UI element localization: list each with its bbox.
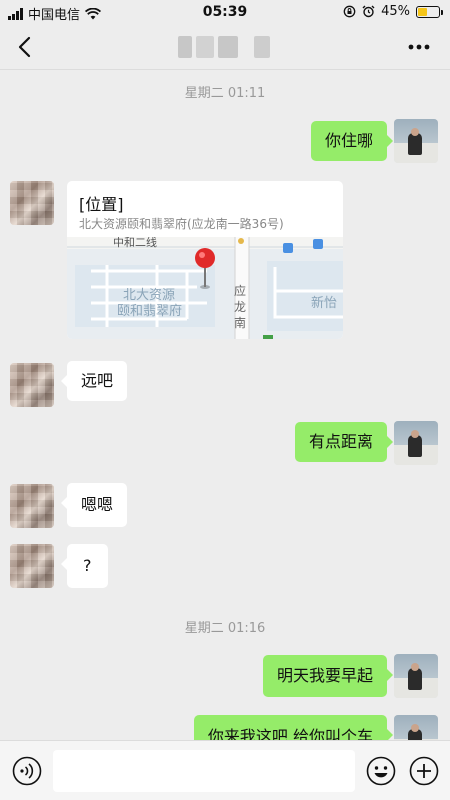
message-bubble-outgoing[interactable]: 你来我这吧 给你叫个车 (193, 715, 394, 740)
message-bubble-outgoing[interactable]: 有点距离 (294, 422, 394, 462)
map-label-road-vertical-1: 应 (234, 283, 246, 298)
map-label-poi-2: 颐和翡翠府 (117, 304, 182, 319)
location-message-card[interactable]: [位置] 北大资源颐和翡翠府(应龙南一路36号) 中和二线 北大资源 颐和翡翠府… (67, 181, 343, 339)
map-label-poi-right: 新怡 (311, 295, 337, 311)
alarm-icon (362, 5, 375, 18)
contact-name-redacted (178, 36, 272, 58)
location-title: [位置] (79, 195, 124, 214)
chat-input-bar (0, 740, 450, 800)
avatar-self[interactable] (394, 654, 438, 698)
avatar-contact[interactable] (10, 181, 54, 225)
location-address: 北大资源颐和翡翠府(应龙南一路36号) (79, 217, 284, 231)
emoji-icon[interactable] (366, 756, 396, 786)
location-map: 中和二线 北大资源 颐和翡翠府 应 龙 南 新怡 (67, 237, 343, 339)
message-bubble-outgoing[interactable]: 你住哪 (310, 121, 394, 161)
map-label-road-top: 中和二线 (113, 237, 157, 249)
battery-icon (416, 5, 443, 18)
chevron-left-icon[interactable] (14, 34, 38, 60)
status-bar: 中国电信 05:39 45% (0, 0, 450, 24)
message-input[interactable] (53, 750, 355, 792)
map-label-poi-1: 北大资源 (123, 288, 175, 303)
message-bubble-incoming[interactable]: 远吧 (60, 361, 128, 401)
status-right: 45% (343, 4, 443, 19)
map-label-road-vertical-3: 南 (234, 315, 246, 330)
message-bubble-incoming[interactable]: ? (61, 544, 108, 588)
plus-circle-icon[interactable] (409, 756, 439, 786)
battery-fill (418, 7, 427, 16)
orientation-lock-icon (343, 5, 356, 18)
chat-messages[interactable]: 星期二 01:11 你住哪 [位置] 北大资源颐和翡翠府(应龙南一路36号) 中… (0, 71, 450, 740)
map-label-road-vertical-2: 龙 (234, 300, 246, 314)
voice-icon[interactable] (12, 756, 42, 786)
chat-header (0, 24, 450, 70)
avatar-contact[interactable] (10, 363, 54, 407)
message-bubble-incoming[interactable]: 嗯嗯 (60, 483, 128, 527)
more-dots-icon[interactable] (406, 38, 432, 56)
message-bubble-outgoing[interactable]: 明天我要早起 (262, 655, 394, 697)
avatar-contact[interactable] (10, 544, 54, 588)
timestamp: 星期二 01:16 (184, 621, 266, 636)
avatar-self[interactable] (394, 119, 438, 163)
avatar-contact[interactable] (10, 484, 54, 528)
avatar-self[interactable] (394, 715, 438, 740)
timestamp: 星期二 01:11 (184, 86, 266, 101)
avatar-self[interactable] (394, 421, 438, 465)
battery-percent: 45% (381, 4, 410, 19)
